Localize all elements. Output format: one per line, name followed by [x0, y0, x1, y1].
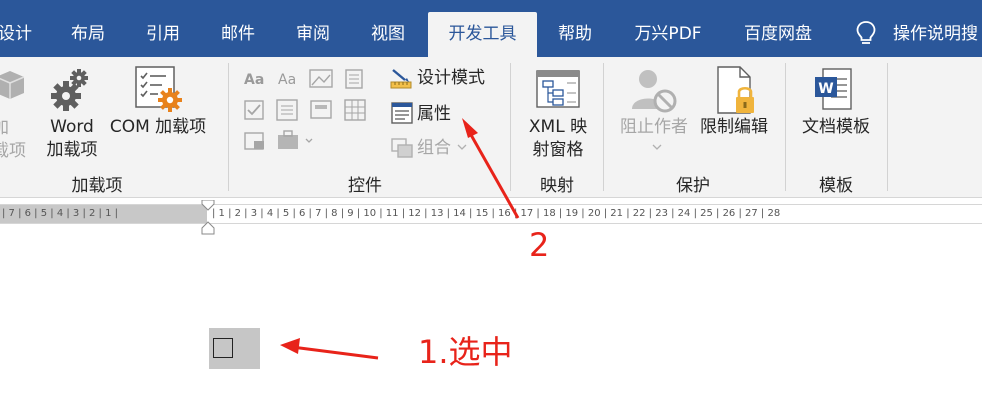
- tab-view[interactable]: 视图: [356, 12, 420, 57]
- com-addins-icon: [135, 66, 182, 112]
- group-separator: [228, 63, 229, 191]
- com-addins-button[interactable]: COM 加载项: [104, 116, 212, 139]
- lightbulb-icon[interactable]: [855, 20, 877, 48]
- group-separator: [603, 63, 604, 191]
- ruler-strip: | 7 | 6 | 5 | 4 | 3 | 2 | 1 | | 1 | 2 | …: [0, 204, 982, 224]
- tab-wondershare-pdf[interactable]: 万兴PDF: [622, 12, 714, 57]
- tab-help[interactable]: 帮助: [543, 12, 607, 57]
- block-authors-chevron-icon: [652, 144, 662, 150]
- group-label-mapping: 映射: [540, 176, 574, 196]
- svg-text:W: W: [818, 81, 833, 97]
- restrict-editing-icon: [717, 66, 754, 114]
- tab-developer[interactable]: 开发工具: [428, 12, 537, 57]
- group-label-controls: 控件: [348, 176, 382, 196]
- svg-text:Aa: Aa: [244, 72, 264, 88]
- properties-button[interactable]: 属性: [417, 103, 451, 125]
- block-authors-icon: [632, 70, 677, 113]
- svg-text:Aa: Aa: [278, 72, 296, 88]
- xml-mapping-pane-icon: [536, 70, 580, 108]
- xml-mapping-pane-button[interactable]: XML 映 射窗格: [520, 116, 596, 162]
- group-label-addins: 加载项: [71, 176, 123, 196]
- group-separator: [887, 63, 888, 191]
- block-authors-button[interactable]: 阻止作者: [614, 116, 694, 139]
- document-canvas[interactable]: 1.选中 2: [0, 226, 982, 414]
- tab-baidu-netdisk[interactable]: 百度网盘: [728, 12, 828, 57]
- group-label-protect: 保护: [676, 176, 710, 196]
- restrict-editing-button[interactable]: 限制编辑: [694, 116, 774, 139]
- group-controls-icon: [391, 138, 413, 158]
- ribbon-panel: 加 载项 Word 加载项 COM 加载项 加载项 Aa Aa 设计模式 属性 …: [0, 57, 982, 198]
- tab-design[interactable]: 设计: [0, 12, 36, 57]
- word-addins-button[interactable]: Word 加载项: [40, 116, 104, 162]
- indent-marker-icon[interactable]: [199, 200, 217, 236]
- tab-review[interactable]: 审阅: [281, 12, 345, 57]
- group-separator: [785, 63, 786, 191]
- annotation-step1-label: 1.选中: [418, 333, 513, 371]
- group-button[interactable]: 组合: [417, 137, 451, 159]
- word-template-icon: W: [815, 68, 852, 110]
- group-separator: [510, 63, 511, 191]
- checkbox-icon[interactable]: [213, 338, 233, 358]
- design-mode-icon: [390, 69, 412, 89]
- ribbon-tab-bar: 设计 布局 引用 邮件 审阅 视图 开发工具 帮助 万兴PDF 百度网盘 操作说…: [0, 0, 982, 57]
- ruler-right-scale: | 1 | 2 | 3 | 4 | 5 | 6 | 7 | 8 | 9 | 10…: [212, 208, 781, 219]
- tab-layout[interactable]: 布局: [56, 12, 120, 57]
- horizontal-ruler[interactable]: | 7 | 6 | 5 | 4 | 3 | 2 | 1 | | 1 | 2 | …: [0, 200, 982, 236]
- ruler-left-scale: | 7 | 6 | 5 | 4 | 3 | 2 | 1 |: [2, 208, 118, 219]
- content-controls-grid[interactable]: Aa Aa: [242, 67, 382, 163]
- word-addins-gear-icon: [51, 69, 88, 111]
- group-label-templates: 模板: [819, 176, 853, 196]
- properties-icon: [391, 102, 413, 124]
- annotation-step2-number: 2: [529, 226, 550, 264]
- group-dropdown-chevron-icon: [457, 144, 467, 150]
- tell-me-search[interactable]: 操作说明搜: [893, 12, 982, 57]
- checkbox-content-control[interactable]: [209, 328, 260, 369]
- addin-partial-label[interactable]: 加 载项: [0, 117, 28, 163]
- tab-mailings[interactable]: 邮件: [206, 12, 270, 57]
- tab-references[interactable]: 引用: [131, 12, 195, 57]
- design-mode-button[interactable]: 设计模式: [417, 67, 485, 89]
- addin-partial-icon: [0, 71, 25, 99]
- document-template-button[interactable]: 文档模板: [796, 116, 876, 139]
